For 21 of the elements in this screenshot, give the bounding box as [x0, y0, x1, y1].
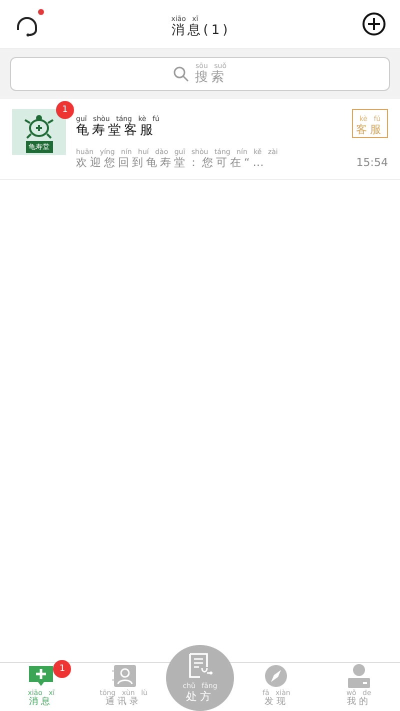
message-time: 15:54 [356, 156, 388, 170]
document-icon [187, 652, 214, 679]
tab-label: 处方 [186, 690, 214, 704]
tab-label: 发现 [264, 697, 288, 708]
add-icon[interactable] [362, 12, 386, 36]
tab-label: 我的 [346, 697, 371, 708]
contact-name: 龟寿堂客服 [76, 122, 156, 138]
person-icon [346, 664, 372, 688]
turtle-icon [24, 115, 54, 141]
search-placeholder: 搜索 [195, 70, 227, 86]
tag-text: 客服 [356, 123, 384, 136]
compass-icon [263, 664, 290, 688]
chat-icon [27, 664, 56, 688]
contact-card-icon [110, 664, 137, 688]
unread-badge: 1 [53, 660, 72, 678]
tab-label: 消息 [29, 697, 54, 708]
tab-label: 通讯录 [106, 697, 142, 708]
page-title: 消息(1) [171, 22, 231, 38]
message-preview: 欢迎您回到龟寿堂：您可在“… [76, 156, 267, 170]
unread-badge: 1 [56, 101, 74, 119]
search-icon [173, 66, 189, 82]
